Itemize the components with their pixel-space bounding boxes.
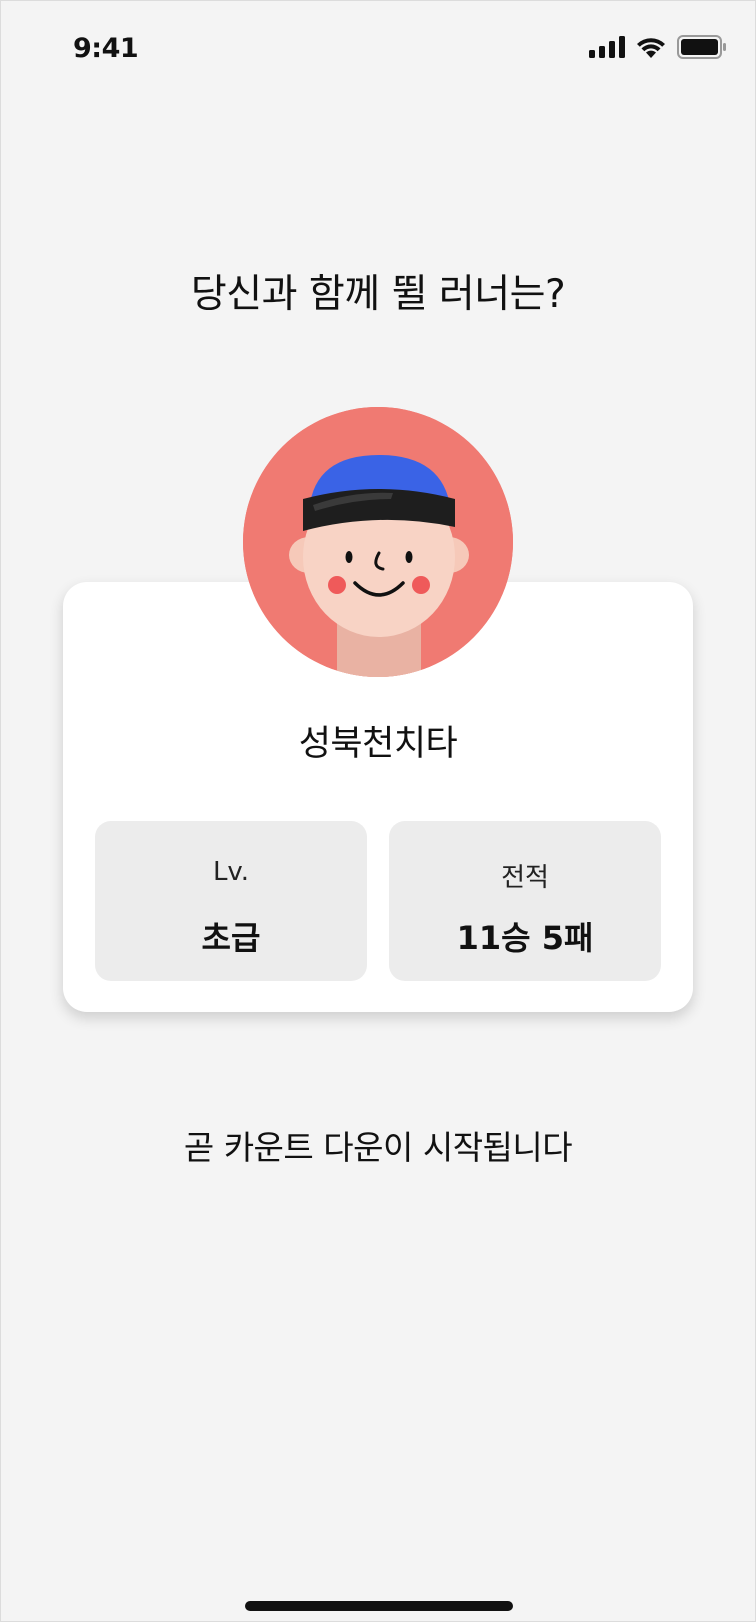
wifi-icon [635, 35, 667, 63]
status-time: 9:41 [73, 33, 139, 64]
countdown-note: 곧 카운트 다운이 시작됩니다 [183, 1128, 573, 1167]
record-value: 11승 5패 [456, 919, 594, 957]
runner-avatar-icon [243, 407, 513, 677]
record-label: 전적 [501, 863, 549, 893]
runner-name: 성북천치타 [298, 724, 458, 764]
status-bar: 9:41 [1, 1, 755, 101]
home-indicator[interactable] [245, 1601, 513, 1611]
level-value: 초급 [201, 919, 261, 957]
status-icons [589, 35, 727, 63]
runner-match-screen: 9:41 당신과 함께 뛸 러너는? 성북천치타 Lv. 초급 전적 11승 5… [0, 0, 756, 1622]
page-title: 당신과 함께 뛸 러너는? [190, 272, 566, 317]
level-stat-box: Lv. 초급 [95, 821, 367, 981]
record-stat-box: 전적 11승 5패 [389, 821, 661, 981]
battery-icon [677, 35, 727, 63]
cellular-signal-icon [589, 36, 625, 62]
level-label: Lv. [212, 857, 250, 887]
